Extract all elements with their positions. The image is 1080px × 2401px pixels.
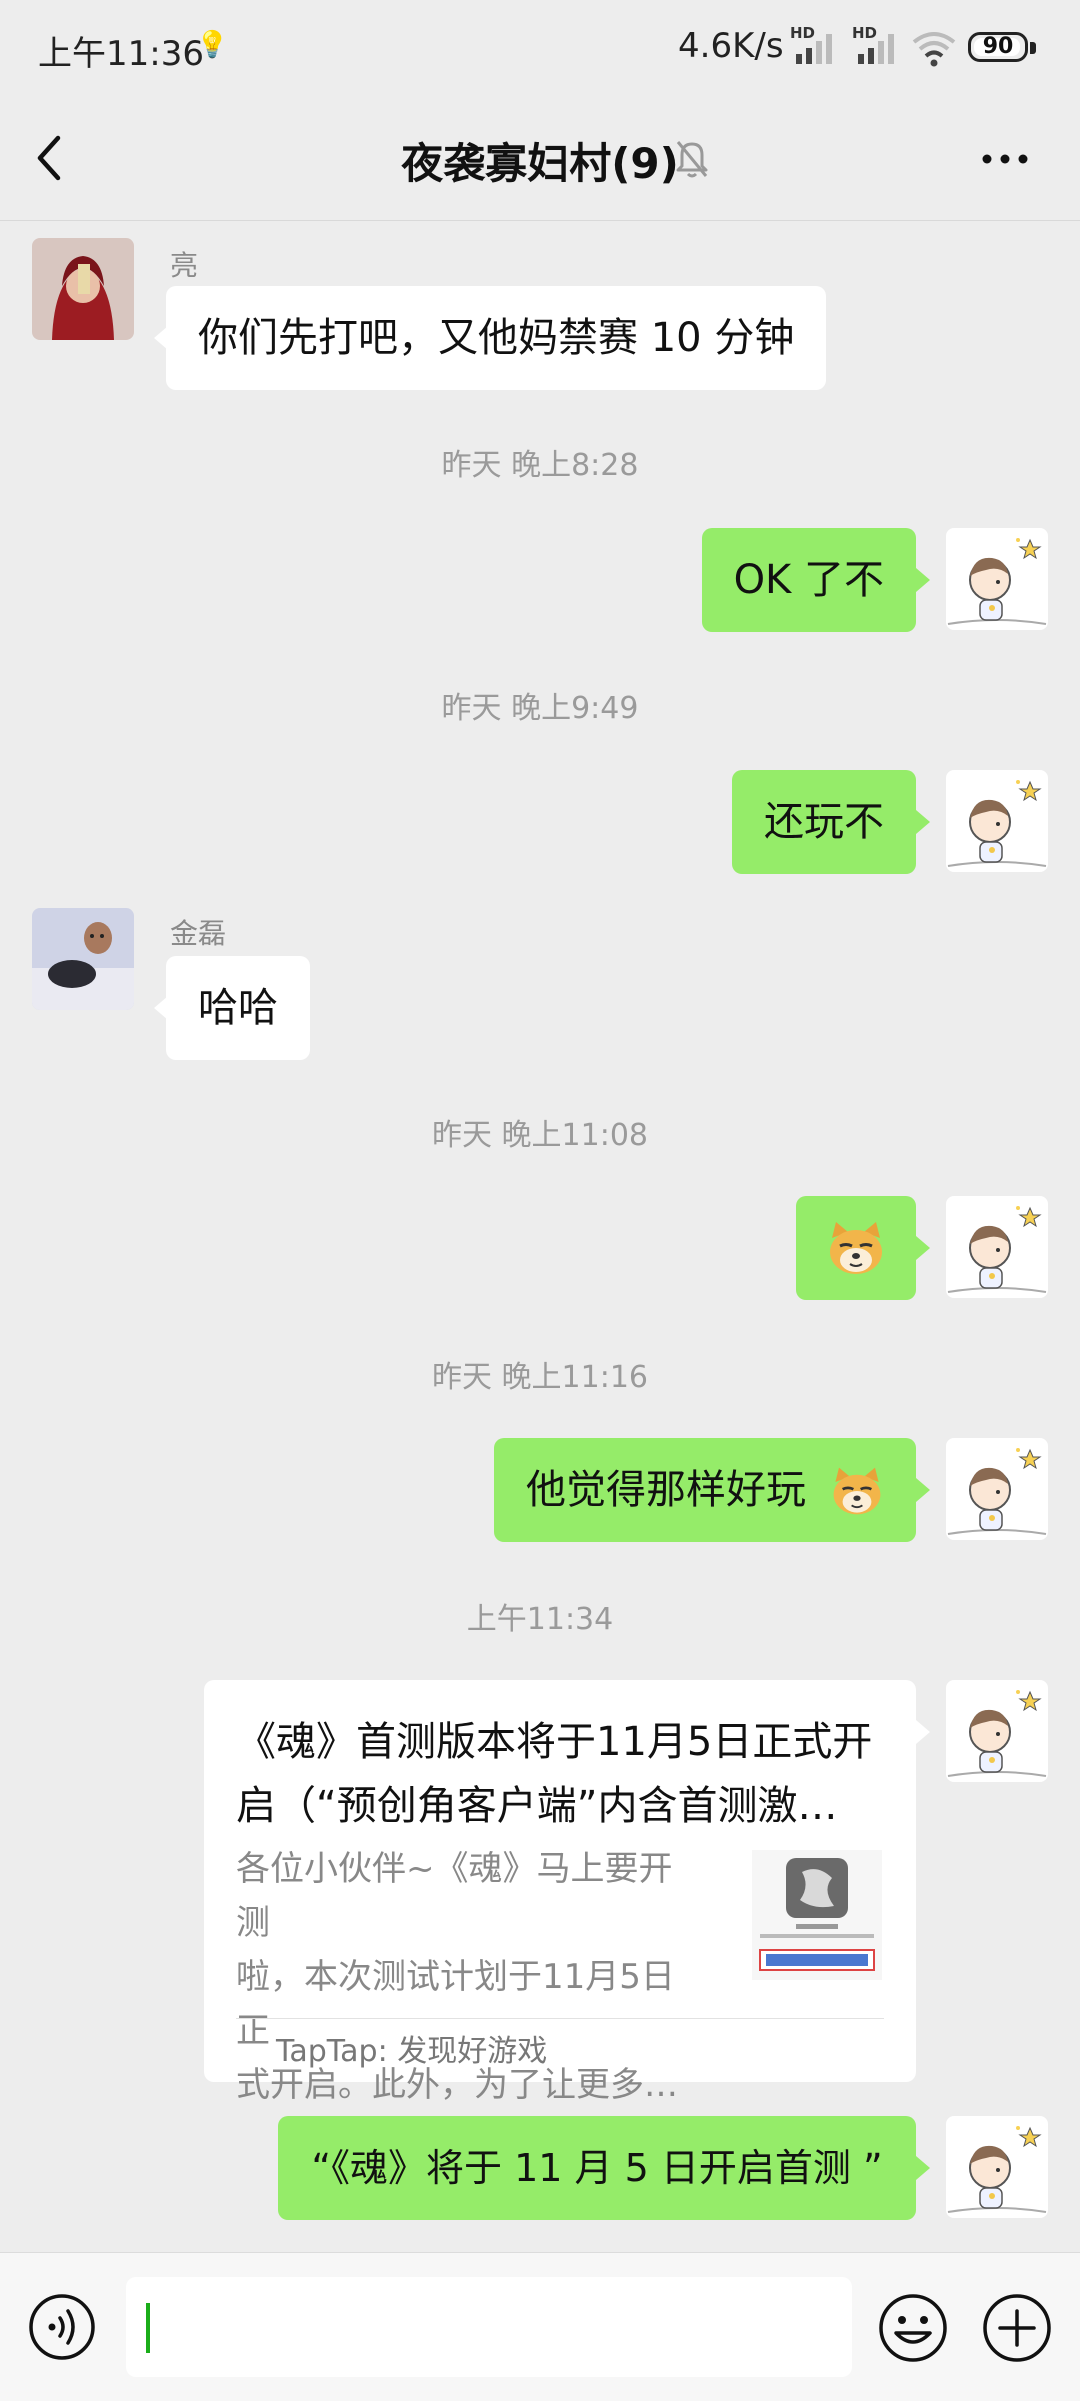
status-bar: 上午11:36 💡 4.6K/s HD HD 90: [0, 0, 1080, 96]
chat-header: 夜袭寡妇村(9): [0, 96, 1080, 221]
plus-icon[interactable]: [982, 2293, 1052, 2363]
bubble-tail: [916, 1720, 930, 1744]
battery-tip: [1030, 42, 1036, 54]
status-time: 上午11:36: [38, 34, 204, 74]
bubble-tail: [916, 810, 930, 834]
smiley-icon[interactable]: [878, 2293, 948, 2363]
message-bubble[interactable]: OK 了不: [701, 528, 916, 632]
battery-level: 90: [982, 34, 1014, 59]
card-thumbnail: [752, 1850, 882, 1980]
battery-icon: 90: [968, 32, 1028, 62]
message-bubble[interactable]: 他觉得那样好玩: [494, 1438, 916, 1542]
sender-name: 金磊: [170, 917, 227, 950]
signal-icon-2: [858, 34, 894, 64]
card-desc-line: 各位小伙伴~《魂》马上要开测: [236, 1849, 673, 1943]
chat-title: 夜袭寡妇村(9): [401, 139, 679, 188]
card-title-line: 《魂》首测版本将于11月5日正式开: [236, 1719, 873, 1765]
link-card[interactable]: 《魂》首测版本将于11月5日正式开 启（“预创角客户端”内含首测激… 各位小伙伴…: [204, 1680, 916, 2105]
avatar-self[interactable]: [946, 2116, 1048, 2218]
message-bubble[interactable]: 你们先打吧，又他妈禁赛 10 分钟: [166, 286, 827, 390]
timestamp: 上午11:34: [466, 1602, 614, 1637]
avatar-liang[interactable]: [32, 238, 134, 340]
bubble-tail: [916, 1478, 930, 1502]
bubble-tail: [916, 1236, 930, 1260]
bell-off-icon: [676, 141, 708, 178]
sender-name: 亮: [170, 249, 199, 282]
avatar-self[interactable]: [946, 770, 1048, 872]
card-title-line: 启（“预创角客户端”内含首测激…: [236, 1783, 838, 1829]
message-bubble[interactable]: 还玩不: [732, 770, 916, 874]
wifi-icon: [912, 32, 956, 67]
doge-emoji: [830, 1222, 882, 1274]
avatar-self[interactable]: [946, 1680, 1048, 1782]
doge-emoji: [833, 1467, 881, 1515]
timestamp: 昨天 晚上9:49: [441, 691, 639, 726]
bubble-tail: [916, 568, 930, 592]
timestamp: 昨天 晚上11:08: [432, 1118, 648, 1153]
avatar-self[interactable]: [946, 1196, 1048, 1298]
text-cursor: [146, 2303, 150, 2353]
avatar-jinlei[interactable]: [32, 908, 134, 1010]
avatar-self[interactable]: [946, 528, 1048, 630]
message-input[interactable]: [126, 2277, 852, 2377]
signal-icon: [796, 34, 832, 64]
timestamp: 昨天 晚上11:16: [432, 1360, 648, 1395]
avatar-self[interactable]: [946, 1438, 1048, 1540]
card-title: 《魂》首测版本将于11月5日正式开 启（“预创角客户端”内含首测激…: [236, 1710, 896, 1838]
voice-icon[interactable]: [28, 2293, 96, 2361]
bulb-icon: 💡: [196, 30, 229, 60]
message-bubble[interactable]: 哈哈: [166, 956, 310, 1060]
message-text: 他觉得那样好玩: [526, 1467, 806, 1513]
network-speed: 4.6K/s: [678, 26, 784, 66]
timestamp: 昨天 晚上8:28: [441, 448, 639, 483]
bubble-tail: [916, 2156, 930, 2180]
message-bubble[interactable]: “《魂》将于 11 月 5 日开启首测 ”: [278, 2116, 916, 2220]
card-divider: [236, 2018, 884, 2019]
more-dots-icon[interactable]: [980, 152, 1030, 166]
input-bar: [0, 2252, 1080, 2401]
card-source: TapTap: 发现好游戏: [276, 2034, 548, 2069]
emoji-message-bubble[interactable]: [796, 1196, 916, 1300]
